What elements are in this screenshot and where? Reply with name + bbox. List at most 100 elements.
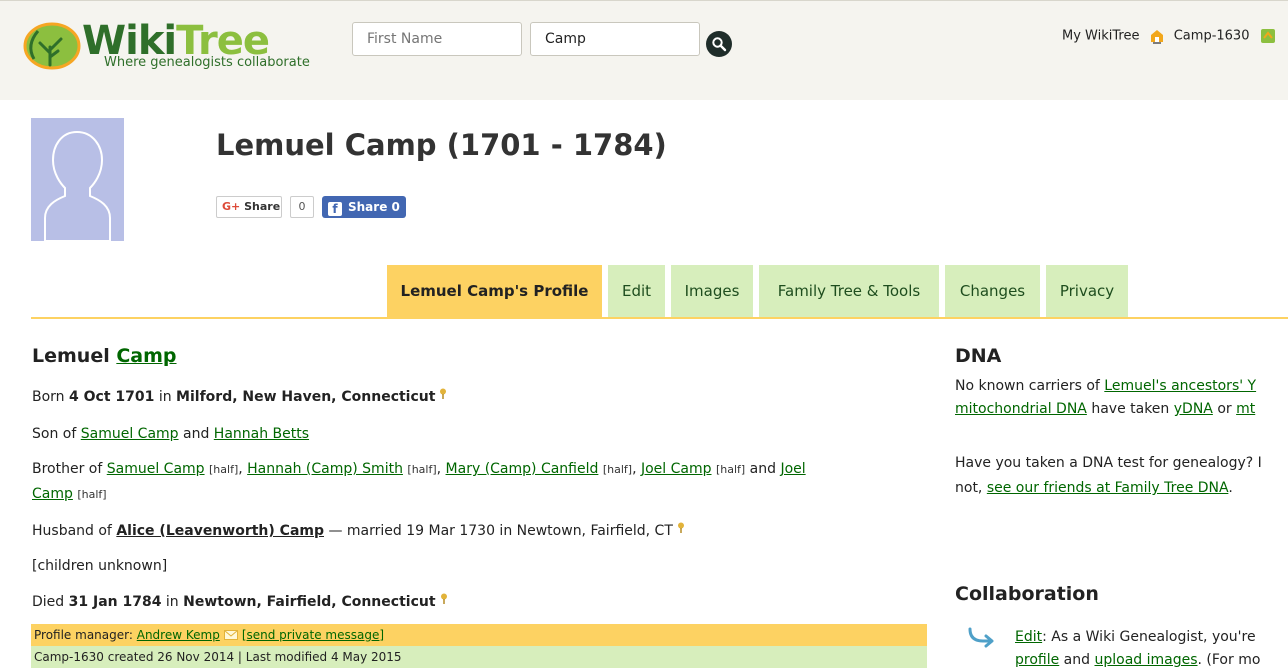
green-square-icon[interactable] [1260, 28, 1276, 44]
google-share-count: 0 [290, 196, 314, 218]
manager-label: Profile manager: [34, 628, 133, 642]
mother-link[interactable]: Hannah Betts [214, 426, 309, 442]
half-marker: [half] [715, 463, 746, 476]
died-prefix: Died [32, 594, 65, 610]
dna-text: have taken [1086, 401, 1174, 417]
upload-images-link[interactable]: upload images [1094, 652, 1197, 668]
first-name-input[interactable] [352, 22, 522, 56]
collab-edit-link[interactable]: Edit [1015, 629, 1042, 645]
collab-line-1: Edit: As a Wiki Genealogist, you're [1015, 626, 1256, 649]
manager-link[interactable]: Andrew Kemp [137, 628, 220, 642]
family-tree-dna-link[interactable]: see our friends at Family Tree DNA [987, 480, 1229, 496]
tab-images[interactable]: Images [671, 265, 753, 317]
born-in: in [158, 389, 172, 405]
dna-question-1: Have you taken a DNA test for genealogy?… [955, 455, 1262, 471]
half-marker: [half] [209, 463, 239, 476]
sibling-link[interactable]: Joel [780, 461, 805, 477]
siblings-line-wrap: Camp [half] [32, 482, 107, 507]
ydna-link[interactable]: yDNA [1174, 401, 1213, 417]
marriage-details: — married 19 Mar 1730 in Newtown, Fairfi… [328, 523, 673, 539]
father-link[interactable]: Samuel Camp [81, 426, 179, 442]
dna-question-2: not, see our friends at Family Tree DNA. [955, 477, 1233, 500]
sibling-link[interactable]: Joel Camp [641, 461, 712, 477]
tab-profile[interactable]: Lemuel Camp's Profile [387, 265, 602, 317]
mitochondrial-dna-link[interactable]: mitochondrial DNA [955, 401, 1087, 417]
siblings-and: and [749, 461, 776, 477]
death-date: 31 Jan 1784 [68, 594, 162, 610]
avatar[interactable] [31, 118, 124, 242]
tab-changes[interactable]: Changes [945, 265, 1040, 317]
collab-text: : As a Wiki Genealogist, you're [1042, 629, 1256, 645]
death-place: Newtown, Fairfield, Connecticut [183, 594, 436, 610]
person-first-name: Lemuel [32, 345, 110, 367]
born-prefix: Born [32, 389, 65, 405]
spouse-prefix: Husband of [32, 523, 112, 539]
pin-icon[interactable] [677, 522, 685, 533]
sibling-link[interactable]: Hannah (Camp) Smith [247, 461, 403, 477]
google-share-button[interactable]: G+ Share [216, 196, 282, 218]
parents-prefix: Son of [32, 426, 77, 442]
sidebar: DNA No known carriers of Lemuel's ancest… [955, 345, 1288, 668]
logo-tagline: Where genealogists collaborate [104, 55, 310, 70]
search-icon [712, 37, 727, 52]
ancestors-link[interactable]: Lemuel's ancestors' Y [1104, 378, 1256, 394]
facebook-share-button[interactable]: f Share 0 [322, 196, 406, 218]
profile-manager-bar: Profile manager: Andrew Kemp [send privat… [31, 624, 927, 646]
birth-line: Born 4 Oct 1701 in Milford, New Haven, C… [32, 385, 447, 409]
birth-place: Milford, New Haven, Connecticut [176, 389, 436, 405]
created-modified-bar: Camp-1630 created 26 Nov 2014 | Last mod… [31, 646, 927, 668]
avatar-silhouette [44, 130, 111, 242]
user-id-link[interactable]: Camp-1630 [1174, 29, 1250, 44]
collab-text: . (For mo [1197, 652, 1261, 668]
top-user-links: My WikiTree Camp-1630 [1062, 28, 1276, 44]
collaboration-heading: Collaboration [955, 583, 1099, 605]
collab-line-2: profile and upload images. (For mo [1015, 649, 1260, 668]
house-icon [1150, 30, 1163, 44]
children-line: [children unknown] [32, 558, 168, 574]
profile-tabs: Lemuel Camp's Profile Edit Images Family… [0, 265, 1288, 319]
sibling-link[interactable]: Samuel Camp [107, 461, 205, 477]
siblings-line: Brother of Samuel Camp [half], Hannah (C… [32, 461, 806, 477]
google-plus-icon: G+ [222, 200, 241, 213]
facebook-share-label: Share 0 [348, 200, 400, 214]
dna-heading: DNA [955, 345, 1002, 367]
dna-text: or [1212, 401, 1237, 417]
half-marker: [half] [77, 488, 107, 501]
sibling-link[interactable]: Mary (Camp) Canfield [446, 461, 599, 477]
arrow-icon [968, 627, 994, 648]
person-name-heading: Lemuel Camp [32, 345, 177, 367]
wikitree-logo[interactable]: WikiTree Where genealogists collaborate [20, 15, 340, 77]
pin-icon[interactable] [439, 388, 447, 399]
surname-link[interactable]: Camp [116, 345, 176, 367]
tab-edit[interactable]: Edit [608, 265, 665, 317]
my-wikitree-link[interactable]: My WikiTree [1062, 29, 1139, 44]
death-line: Died 31 Jan 1784 in Newtown, Fairfield, … [32, 590, 448, 614]
page-title: Lemuel Camp (1701 - 1784) [216, 128, 667, 162]
pin-icon[interactable] [440, 593, 448, 604]
mail-icon[interactable] [223, 630, 238, 640]
half-marker: [half] [407, 463, 437, 476]
siblings-prefix: Brother of [32, 461, 103, 477]
collab-text: and [1059, 652, 1095, 668]
tab-underline [31, 317, 1288, 319]
google-share-label: Share [244, 200, 281, 213]
send-message-link[interactable]: [send private message] [242, 628, 384, 642]
mtdna-link[interactable]: mt [1236, 401, 1255, 417]
facebook-icon: f [328, 202, 342, 216]
dna-line-1: No known carriers of Lemuel's ancestors'… [955, 375, 1256, 398]
dna-text: No known carriers of [955, 378, 1105, 394]
tab-privacy[interactable]: Privacy [1046, 265, 1128, 317]
parents-line: Son of Samuel Camp and Hannah Betts [32, 422, 309, 446]
profile-link[interactable]: profile [1015, 652, 1059, 668]
birth-date: 4 Oct 1701 [69, 389, 155, 405]
search-button[interactable] [706, 31, 732, 57]
tab-family-tree-tools[interactable]: Family Tree & Tools [759, 265, 939, 317]
died-in: in [165, 594, 179, 610]
half-marker: [half] [602, 463, 633, 476]
sibling-link-continued[interactable]: Camp [32, 486, 73, 502]
dna-text: not, [955, 480, 987, 496]
last-name-input[interactable] [530, 22, 700, 56]
parents-and: and [183, 426, 210, 442]
spouse-link[interactable]: Alice (Leavenworth) Camp [116, 523, 324, 539]
dna-line-2: mitochondrial DNA have taken yDNA or mt [955, 398, 1255, 421]
